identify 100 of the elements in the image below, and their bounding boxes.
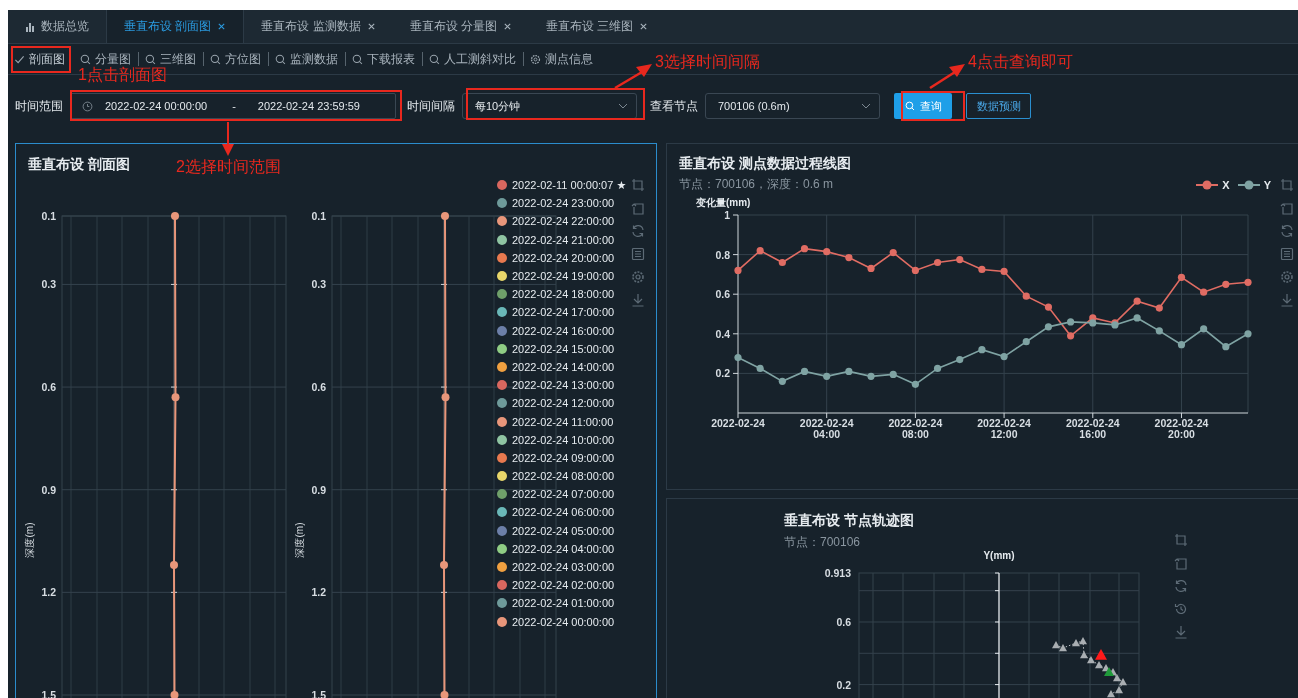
legend-item[interactable]: 2022-02-24 03:00:00 (497, 557, 627, 577)
field-label: 时间范围 (15, 97, 63, 115)
tab[interactable]: 数据总览 (8, 10, 106, 43)
data-view-icon[interactable] (631, 247, 645, 261)
date-range-field[interactable]: 2022-02-24 00:00:00 - 2022-02-24 23:59:59 (70, 93, 396, 119)
legend-item[interactable]: 2022-02-24 06:00:00 (497, 503, 627, 522)
legend-item[interactable]: 2022-02-24 18:00:00 (497, 285, 627, 304)
toolbar-item[interactable]: 测点信息 (524, 52, 600, 66)
point (1222, 343, 1230, 351)
point (867, 264, 875, 273)
tab[interactable]: 垂直布设 监测数据 (244, 10, 393, 43)
legend-item[interactable]: 2022-02-24 17:00:00 (497, 303, 627, 322)
toolbar-item[interactable]: 监测数据 (269, 52, 346, 66)
point (933, 364, 942, 373)
point (933, 258, 942, 267)
point (1244, 330, 1252, 338)
toolbar-item[interactable]: 人工测斜对比 (423, 52, 524, 66)
close-icon[interactable] (639, 22, 649, 31)
point (1200, 288, 1208, 296)
axis-title: Y(mm) (983, 550, 1015, 561)
forecast-button[interactable]: 数据预测 (966, 93, 1031, 119)
refresh-icon[interactable] (1280, 224, 1294, 238)
legend-item[interactable]: 2022-02-24 15:00:00 (497, 339, 627, 358)
legend-item[interactable]: Y (1237, 178, 1271, 191)
legend-label: 2022-02-24 09:00:00 (512, 451, 615, 464)
legend-item[interactable]: 2022-02-24 09:00:00 (497, 448, 627, 467)
search-icon (904, 101, 915, 111)
axis-tick-label: 2022-02-24 20:00 (1154, 417, 1209, 440)
gear-icon (530, 53, 541, 65)
point (911, 380, 919, 388)
toolbar-item[interactable]: 三维图 (139, 52, 204, 66)
point (778, 258, 786, 267)
data-view-icon[interactable] (1280, 247, 1294, 261)
legend-label: 2022-02-24 19:00:00 (512, 270, 615, 283)
legend-label: 2022-02-24 00:00:00 (512, 615, 615, 628)
zoom-select-icon[interactable] (1280, 178, 1294, 192)
legend-item[interactable]: 2022-02-24 23:00:00 (497, 194, 627, 213)
toolbar-item[interactable]: 剖面图 (8, 52, 74, 66)
legend-label: Y (1263, 178, 1271, 191)
toolbar-item[interactable]: 分量图 (74, 52, 139, 66)
zoom-reset-icon[interactable] (1174, 556, 1188, 570)
point (867, 372, 875, 380)
legend-item[interactable]: 2022-02-24 12:00:00 (497, 394, 627, 413)
axis-tick-label: 1.2 (41, 586, 56, 599)
search-icon (145, 53, 156, 65)
zoom-reset-icon[interactable] (1280, 201, 1294, 215)
close-icon[interactable] (366, 22, 376, 31)
legend-item[interactable]: 2022-02-24 19:00:00 (497, 266, 627, 286)
legend-item[interactable]: 2022-02-11 00:00:07 ★ (497, 176, 627, 195)
download-icon[interactable] (1174, 625, 1188, 639)
legend-item[interactable]: 2022-02-24 02:00:00 (497, 576, 627, 595)
point (1177, 341, 1186, 349)
settings-icon[interactable] (631, 270, 645, 284)
interval-select[interactable]: 每10分钟 (462, 93, 637, 119)
zoom-select-icon[interactable] (1174, 533, 1188, 547)
zoom-reset-icon[interactable] (631, 201, 645, 215)
close-icon[interactable] (217, 22, 227, 31)
toolbar-item[interactable]: 下载报表 (346, 52, 423, 66)
panel-title: 垂直布设 测点数据过程线图 (679, 155, 851, 173)
legend-item[interactable]: 2022-02-24 20:00:00 (497, 248, 627, 267)
legend-item[interactable]: 2022-02-24 00:00:00 (497, 612, 627, 631)
legend-item[interactable]: 2022-02-24 16:00:00 (497, 321, 627, 340)
legend-item[interactable]: 2022-02-24 13:00:00 (497, 376, 627, 395)
annotation-box (901, 91, 965, 121)
panel-subtitle: 节点：700106 (784, 534, 861, 551)
axis-tick-label: 2022-02-24 08:00 (888, 417, 943, 440)
node-select[interactable]: 700106 (0.6m) (705, 93, 880, 119)
toolbar-item[interactable]: 方位图 (204, 52, 269, 66)
point (1089, 319, 1097, 327)
legend-item[interactable]: 2022-02-24 21:00:00 (497, 230, 627, 249)
legend-item[interactable]: 2022-02-24 08:00:00 (497, 467, 627, 486)
legend-item[interactable]: 2022-02-24 04:00:00 (497, 539, 627, 558)
legend-item[interactable]: 2022-02-24 07:00:00 (497, 485, 627, 504)
legend-item[interactable]: 2022-02-24 22:00:00 (497, 212, 627, 231)
history-icon[interactable] (1174, 602, 1188, 616)
close-icon[interactable] (503, 22, 513, 31)
panel-title: 垂直布设 节点轨迹图 (784, 512, 914, 530)
annotation-text: 2选择时间范围 (176, 157, 281, 177)
panel-subtitle: 节点：700106，深度：0.6 m (679, 176, 834, 193)
download-icon[interactable] (1280, 293, 1294, 307)
tab[interactable]: 垂直布设 剖面图 (106, 10, 245, 43)
download-icon[interactable] (631, 293, 645, 307)
axis-tick-label: 0.6 (836, 616, 851, 628)
tab[interactable]: 垂直布设 分量图 (392, 10, 530, 43)
legend-item[interactable]: 2022-02-24 01:00:00 (497, 594, 627, 613)
refresh-icon[interactable] (1174, 579, 1188, 593)
chevron-down-icon (618, 103, 628, 109)
zoom-select-icon[interactable] (631, 178, 645, 192)
legend-item[interactable]: 2022-02-24 05:00:00 (497, 521, 627, 540)
point (1022, 338, 1030, 346)
axis-tick-label: 2022-02-24 16:00 (1065, 417, 1120, 440)
axis-tick-label: 0.2 (836, 678, 851, 691)
clock-icon (82, 100, 93, 112)
tab[interactable]: 垂直布设 三维图 (529, 10, 666, 43)
legend-item[interactable]: 2022-02-24 11:00:00 (497, 412, 627, 431)
legend-item[interactable]: X (1196, 178, 1230, 191)
legend-item[interactable]: 2022-02-24 10:00:00 (497, 430, 627, 449)
refresh-icon[interactable] (631, 224, 645, 238)
legend-item[interactable]: 2022-02-24 14:00:00 (497, 357, 627, 377)
settings-icon[interactable] (1280, 270, 1294, 284)
